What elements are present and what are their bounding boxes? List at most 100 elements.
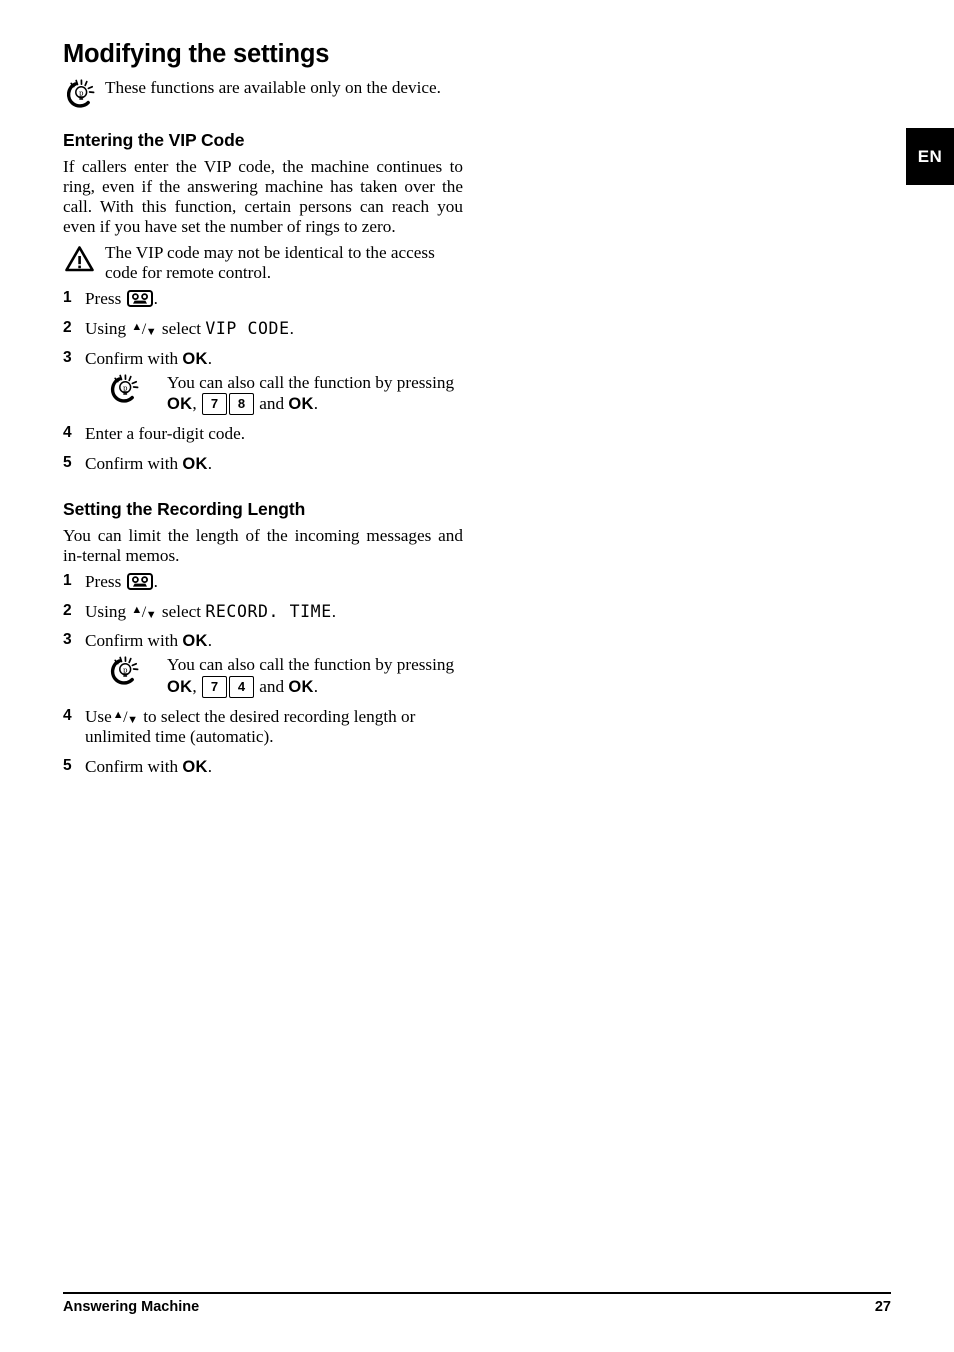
warning-note-text: The VIP code may not be identical to the… <box>105 243 435 283</box>
lcd-menu-label: RECORD. TIME <box>205 601 332 621</box>
step-number: 1 <box>63 289 72 307</box>
step-number: 5 <box>63 756 72 774</box>
step-item: 5 Confirm with OK. <box>63 757 463 778</box>
step-text-post: . <box>207 631 213 651</box>
footer-page-number: 27 <box>874 1299 891 1315</box>
arrow-up-icon: ▲ <box>131 321 143 334</box>
step-text-post: . <box>207 756 213 776</box>
language-tab-label: EN <box>917 146 943 166</box>
tip-and: and <box>259 676 285 696</box>
arrow-down-icon: ▼ <box>145 608 157 621</box>
ok-key-label: OK <box>167 395 193 414</box>
lightbulb-tip-icon: p <box>63 78 99 109</box>
up-down-arrows-icon: ▲/▼ <box>131 319 156 340</box>
footer-chapter-label: Answering Machine <box>63 1299 200 1315</box>
tip-lead: You can also call the function by pressi… <box>167 655 455 675</box>
step-number: 2 <box>63 601 72 619</box>
section-body-recording-length: You can limit the length of the incoming… <box>63 525 463 565</box>
up-down-arrows-icon: ▲/▼ <box>113 707 138 728</box>
arrow-up-icon: ▲ <box>112 708 124 721</box>
ok-key-label: OK <box>182 757 208 776</box>
step-text: Use▲/▼ to select the desired recording l… <box>85 707 463 748</box>
step-text: Confirm with OK. <box>85 757 463 778</box>
step-text-pre: Confirm with <box>85 348 179 368</box>
step-text-pre: Press <box>85 289 122 309</box>
section-heading-vip-code: Entering the VIP Code <box>63 129 245 150</box>
step-item: 2 Using ▲/▼ select RECORD. TIME. <box>63 602 463 623</box>
warning-triangle-icon <box>63 244 99 274</box>
step-text-mid: select <box>161 319 202 339</box>
step-text-mid: select <box>161 601 202 621</box>
step-text-pre: Use <box>85 706 112 726</box>
step-number: 1 <box>63 571 72 589</box>
tip-note-recording-length: p You can also call the function by pres… <box>107 655 463 698</box>
keypad-key-4: 4 <box>228 675 254 698</box>
step-text-post: . <box>153 289 158 309</box>
section-body-vip-code: If callers enter the VIP code, the machi… <box>63 156 463 237</box>
tip-end: . <box>313 676 319 696</box>
step-text-post: . <box>331 601 337 621</box>
keypad-key-7: 7 <box>201 675 227 698</box>
step-item: 4 Enter a four-digit code. <box>63 424 463 445</box>
step-text: Enter a four-digit code. <box>85 424 246 444</box>
step-text-post: . <box>207 348 213 368</box>
step-text-pre: Confirm with <box>85 756 179 776</box>
tip-note-text: You can also call the function by pressi… <box>167 372 455 416</box>
warning-note-vip-code: The VIP code may not be identical to the… <box>63 243 463 283</box>
page-title: Modifying the settings <box>63 40 330 68</box>
ok-key-label: OK <box>182 632 208 651</box>
tip-comma: , <box>192 676 197 696</box>
document-page: EN Modifying the settings p These functi… <box>0 0 954 1352</box>
up-down-arrows-icon: ▲/▼ <box>131 602 156 623</box>
tip-comma: , <box>192 394 197 414</box>
cassette-tape-button-icon <box>126 290 153 308</box>
lightbulb-tip-icon: p <box>107 656 143 686</box>
step-item: 5 Confirm with OK. <box>63 454 463 475</box>
step-text-pre: Using <box>85 601 127 621</box>
steps-list-recording-length: 1 Press . 2 Using ▲/▼ select RECORD. TIM… <box>63 572 463 778</box>
tip-end: . <box>313 394 319 414</box>
step-number: 2 <box>63 319 72 337</box>
tip-and: and <box>259 394 285 414</box>
svg-text:p: p <box>123 666 128 674</box>
footer-rule <box>63 1292 891 1294</box>
ok-key-label: OK <box>182 454 208 473</box>
keypad-key-8: 8 <box>228 393 254 416</box>
step-text: Using ▲/▼ select RECORD. TIME. <box>85 602 463 623</box>
step-text-pre: Press <box>85 571 122 591</box>
svg-text:p: p <box>123 384 128 392</box>
tip-lead: You can also call the function by pressi… <box>167 372 455 392</box>
step-item: 3 Confirm with OK. p You can also call t… <box>63 631 463 698</box>
ok-key-label: OK <box>167 677 193 696</box>
ok-key-label: OK <box>182 349 208 368</box>
cassette-tape-button-icon <box>126 572 153 590</box>
keypad-key-7: 7 <box>201 393 227 416</box>
step-text-pre: Using <box>85 319 127 339</box>
intro-tip-note: p These functions are available only on … <box>63 78 463 108</box>
intro-tip-text: These functions are available only on th… <box>105 77 441 97</box>
step-item: 1 Press . <box>63 289 463 310</box>
step-number: 4 <box>63 424 72 442</box>
lightbulb-tip-icon: p <box>107 373 143 404</box>
step-number: 3 <box>63 631 72 649</box>
step-number: 3 <box>63 348 72 366</box>
step-item: 4 Use▲/▼ to select the desired recording… <box>63 707 463 748</box>
ok-key-label: OK <box>288 395 314 414</box>
step-item: 2 Using ▲/▼ select VIP CODE. <box>63 319 463 340</box>
step-text: Press . <box>85 289 463 310</box>
svg-text:p: p <box>79 89 84 97</box>
tip-note-text: You can also call the function by pressi… <box>167 655 455 698</box>
step-text-post: . <box>153 571 158 591</box>
step-text-pre: Confirm with <box>85 631 179 651</box>
step-text: Confirm with OK. <box>85 454 463 475</box>
step-text: Confirm with OK. <box>85 349 463 370</box>
tip-note-vip-code: p You can also call the function by pres… <box>107 373 463 416</box>
ok-key-label: OK <box>288 677 314 696</box>
arrow-up-icon: ▲ <box>131 603 143 616</box>
lcd-menu-label: VIP CODE <box>205 319 290 339</box>
language-tab-en: EN <box>906 128 954 185</box>
step-text-post: . <box>207 453 213 473</box>
step-number: 5 <box>63 453 72 471</box>
step-text: Press . <box>85 572 463 593</box>
step-text-post: . <box>289 319 294 339</box>
